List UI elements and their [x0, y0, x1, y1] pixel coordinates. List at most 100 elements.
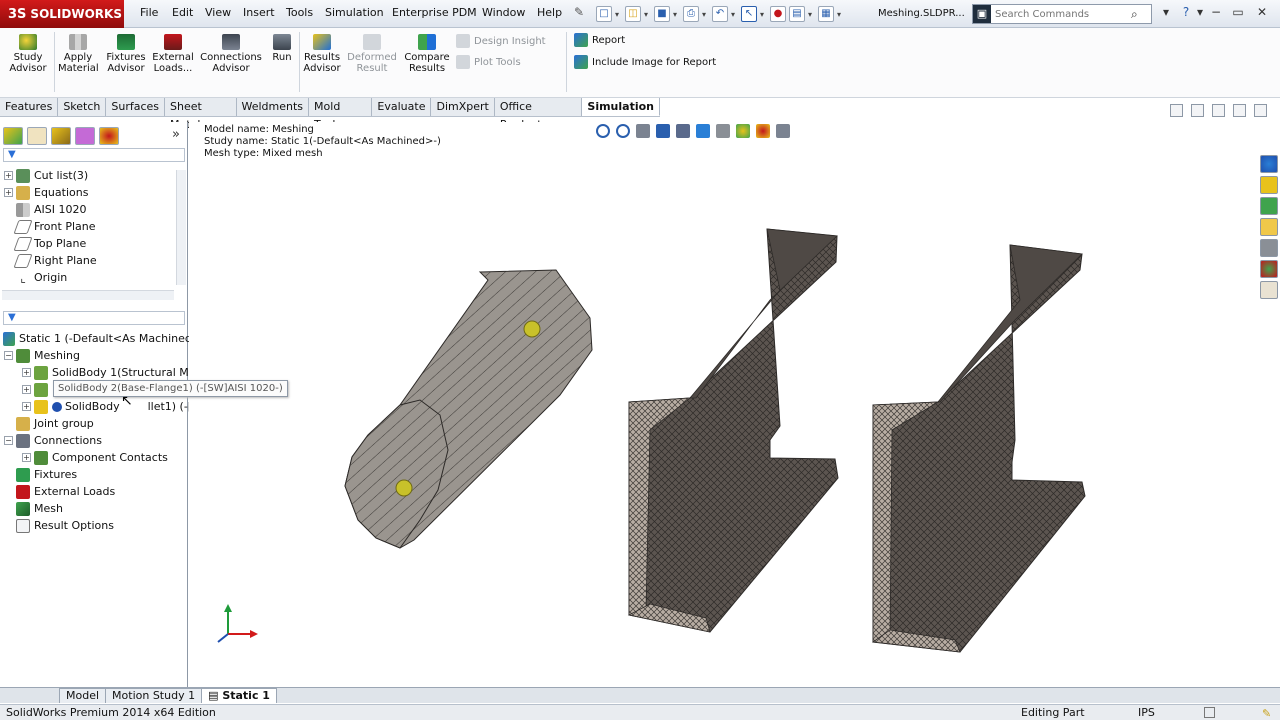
tab-features[interactable]: Features	[0, 98, 59, 116]
chevron-down-icon[interactable]: ▾	[760, 10, 767, 19]
tab-scroll-area[interactable]	[0, 688, 60, 703]
sim-tree-component-contacts[interactable]: + Component Contacts	[22, 449, 168, 466]
menu-enterprise-pdm[interactable]: Enterprise PDM	[392, 6, 477, 19]
simulation-filter[interactable]: ▼	[3, 311, 185, 325]
tab-motion-study[interactable]: Motion Study 1	[105, 688, 203, 703]
feature-manager-icon[interactable]	[3, 127, 23, 145]
feature-tree-vertical-scrollbar[interactable]	[176, 170, 186, 285]
expand-toggle[interactable]: +	[22, 368, 31, 377]
undo-icon[interactable]: ↶	[712, 6, 728, 22]
cylinder-beam[interactable]	[344, 269, 593, 549]
tree-item-cut-list[interactable]: + Cut list(3)	[4, 167, 88, 184]
menu-tools[interactable]: Tools	[286, 6, 313, 19]
sim-tree-result-options[interactable]: Result Options	[16, 517, 114, 534]
file-properties-icon[interactable]: ▤	[789, 6, 805, 22]
tab-mold-tools[interactable]: Mold Tools	[309, 98, 373, 131]
expand-toggle[interactable]: +	[22, 385, 31, 394]
tab-simulation[interactable]: Simulation	[582, 98, 660, 116]
collapse-toggle[interactable]: −	[4, 351, 13, 360]
expand-toggle[interactable]: +	[22, 402, 31, 411]
feature-tree-horizontal-scrollbar[interactable]	[2, 290, 174, 300]
property-manager-icon[interactable]	[27, 127, 47, 145]
fixtures-advisor-button[interactable]: Fixtures Advisor	[104, 32, 148, 74]
sim-tree-body-3[interactable]: + SolidBody llet1) (-[S...	[22, 398, 210, 415]
restore-document-icon[interactable]	[1233, 104, 1246, 117]
design-insight-button[interactable]: Design Insight	[456, 34, 546, 48]
solidworks-logo[interactable]: 3S SOLIDWORKS	[0, 0, 124, 28]
close-icon[interactable]: ✕	[1254, 5, 1270, 23]
search-icon[interactable]: ⌕	[1131, 7, 1138, 22]
joint-handle-icon[interactable]	[395, 479, 413, 497]
expand-chevron-icon[interactable]: »	[172, 127, 180, 142]
tree-item-right-plane[interactable]: Right Plane	[13, 252, 97, 269]
tab-sketch[interactable]: Sketch	[58, 98, 107, 116]
feature-filter[interactable]: ▼	[3, 148, 185, 162]
cascade-icon[interactable]	[1191, 104, 1204, 117]
sim-tree-joint-group[interactable]: Joint group	[16, 415, 94, 432]
new-document-icon[interactable]: □	[596, 6, 612, 22]
tab-surfaces[interactable]: Surfaces	[106, 98, 166, 116]
study-advisor-button[interactable]: Study Advisor	[6, 32, 50, 74]
menu-simulation[interactable]: Simulation	[325, 6, 384, 19]
tree-item-material[interactable]: AISI 1020	[16, 201, 87, 218]
results-advisor-button[interactable]: Results Advisor	[302, 32, 342, 74]
configuration-manager-icon[interactable]	[51, 127, 71, 145]
custom-properties-icon[interactable]	[1259, 281, 1278, 299]
save-icon[interactable]: ■	[654, 6, 670, 22]
solidworks-resources-icon[interactable]	[1259, 155, 1278, 173]
chevron-down-icon[interactable]: ▾	[673, 10, 680, 19]
tree-item-origin[interactable]: ⌞ Origin	[16, 269, 67, 286]
menu-view[interactable]: View	[205, 6, 231, 19]
display-manager-icon[interactable]	[99, 127, 119, 145]
options-icon[interactable]: ▦	[818, 6, 834, 22]
tab-weldments[interactable]: Weldments	[237, 98, 310, 116]
tree-item-equations[interactable]: + Equations	[4, 184, 88, 201]
compare-results-button[interactable]: Compare Results	[402, 32, 452, 74]
channel-mesh-right[interactable]	[871, 244, 1086, 653]
sim-tree-mesh[interactable]: Mesh	[16, 500, 63, 517]
menu-edit[interactable]: Edit	[172, 6, 193, 19]
print-icon[interactable]: ⎙	[683, 6, 699, 22]
dimxpert-manager-icon[interactable]	[75, 127, 95, 145]
design-library-icon[interactable]	[1259, 176, 1278, 194]
external-loads-button[interactable]: External Loads...	[150, 32, 196, 74]
menu-insert[interactable]: Insert	[243, 6, 275, 19]
sim-tree-body-1[interactable]: + SolidBody 1(Structural Me...	[22, 364, 206, 381]
run-button[interactable]: Run	[268, 32, 296, 63]
model-graphics[interactable]	[189, 122, 1255, 687]
minimize-icon[interactable]: −	[1208, 5, 1224, 23]
sim-tree-external-loads[interactable]: External Loads	[16, 483, 115, 500]
restore-icon[interactable]: ▭	[1230, 5, 1246, 23]
close-document-icon[interactable]	[1254, 104, 1267, 117]
tab-model[interactable]: Model	[59, 688, 107, 703]
sim-tree-study[interactable]: Static 1 (-Default<As Machined>-)	[3, 330, 209, 347]
file-explorer-icon[interactable]	[1259, 197, 1278, 215]
chevron-down-icon[interactable]: ▾	[615, 10, 622, 19]
minimize-document-icon[interactable]	[1212, 104, 1225, 117]
deformed-result-button[interactable]: Deformed Result	[346, 32, 398, 74]
tab-evaluate[interactable]: Evaluate	[372, 98, 432, 116]
chevron-down-icon[interactable]: ▾	[808, 10, 815, 19]
menu-file[interactable]: File	[140, 6, 158, 19]
tab-office-products[interactable]: Office Products	[495, 98, 583, 131]
sim-tree-meshing[interactable]: − Meshing	[4, 347, 80, 364]
tab-sheet-metal[interactable]: Sheet Metal	[165, 98, 237, 131]
expand-toggle[interactable]: +	[4, 171, 13, 180]
report-button[interactable]: Report	[574, 33, 625, 47]
chevron-down-icon[interactable]: ▾	[731, 10, 738, 19]
tab-dimxpert[interactable]: DimXpert	[431, 98, 495, 116]
tree-item-top-plane[interactable]: Top Plane	[13, 235, 86, 252]
expand-toggle[interactable]: +	[4, 188, 13, 197]
search-commands-box[interactable]: ▣ ⌕	[972, 4, 1152, 24]
apply-material-button[interactable]: Apply Material	[58, 32, 99, 74]
tree-item-front-plane[interactable]: Front Plane	[13, 218, 96, 235]
chevron-down-icon[interactable]: ▾	[837, 10, 844, 19]
rebuild-traffic-light-icon[interactable]: ●	[770, 6, 786, 22]
units-text[interactable]: IPS	[1138, 705, 1155, 720]
chevron-down-icon[interactable]: ▾	[702, 10, 709, 19]
tab-static-study[interactable]: ▤ Static 1	[201, 688, 277, 703]
chevron-down-icon[interactable]: ▾	[644, 10, 651, 19]
status-toggle-icon[interactable]	[1204, 707, 1215, 718]
sim-tree-fixtures[interactable]: Fixtures	[16, 466, 77, 483]
sim-tree-body-2[interactable]: +	[22, 381, 52, 398]
